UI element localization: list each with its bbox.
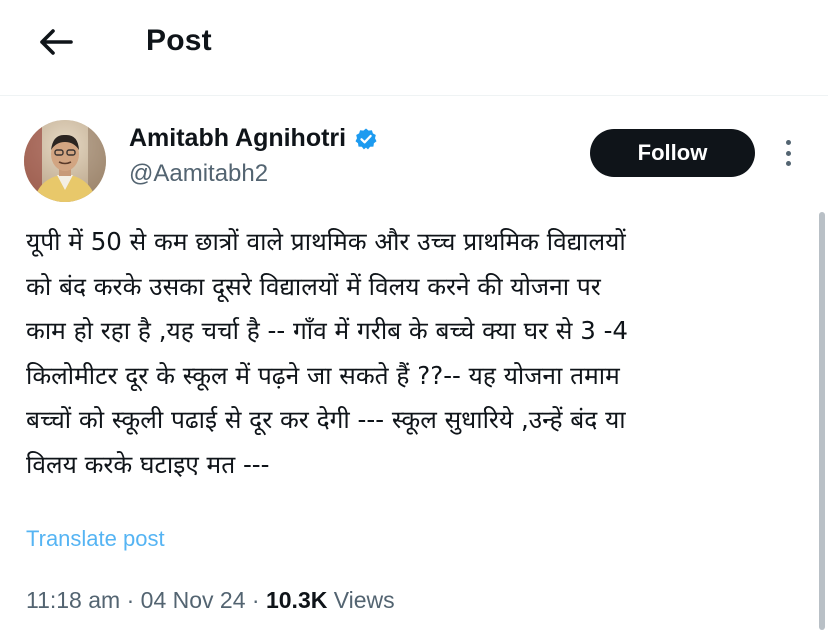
author-display-name[interactable]: Amitabh Agnihotri — [129, 124, 346, 153]
post-text-line: यूपी में 50 से कम छात्रों वाले प्राथमिक … — [26, 227, 626, 256]
post-text-line: बच्चों को स्कूली पढाई से दूर कर देगी ---… — [26, 405, 626, 435]
scrollbar[interactable] — [819, 212, 825, 630]
post-date[interactable]: 04 Nov 24 — [141, 587, 246, 613]
views-count: 10.3K — [265, 587, 328, 613]
page-title: Post — [146, 24, 212, 57]
back-button[interactable] — [30, 20, 82, 64]
verified-badge-icon — [355, 128, 377, 149]
post-time[interactable]: 11:18 am — [26, 587, 120, 613]
meta-separator: · — [126, 587, 135, 613]
meta-separator: · — [251, 587, 260, 613]
follow-button[interactable]: Follow — [590, 129, 755, 177]
author-name-row: Amitabh Agnihotri — [129, 124, 378, 153]
arrow-left-icon — [40, 29, 73, 55]
top-bar: Post — [0, 0, 828, 96]
avatar-image — [24, 120, 106, 202]
post-text-line: विलय करके घटाइए मत --- — [26, 449, 270, 479]
more-vertical-icon — [785, 140, 791, 145]
views-label: Views — [333, 587, 395, 613]
translate-post-link[interactable]: Translate post — [26, 526, 165, 552]
post-text-line: को बंद करके उसका दूसरे विद्यालयों में वि… — [26, 271, 601, 301]
avatar[interactable] — [24, 120, 106, 202]
post-meta: 11:18 am · 04 Nov 24 · 10.3K Views — [26, 587, 395, 614]
author-handle[interactable]: @Aamitabh2 — [129, 160, 268, 188]
post-body: यूपी में 50 से कम छात्रों वाले प्राथमिक … — [26, 220, 796, 488]
more-options-button[interactable] — [776, 136, 800, 170]
post-text-line: काम हो रहा है ,यह चर्चा है -- गाँव में ग… — [26, 316, 629, 346]
post-text-line: किलोमीटर दूर के स्कूल में पढ़ने जा सकते … — [26, 360, 620, 390]
